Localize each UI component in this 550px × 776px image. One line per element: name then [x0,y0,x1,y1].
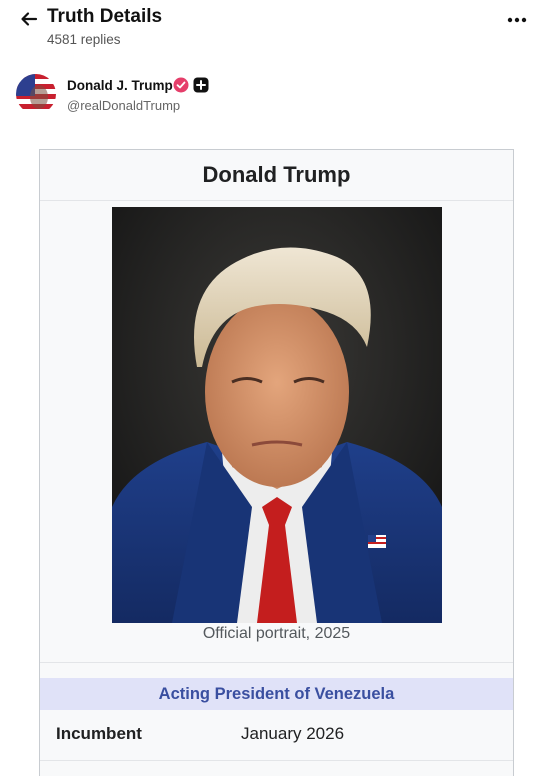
back-button[interactable] [16,6,42,32]
replies-count: 4581 replies [47,32,121,47]
incumbent-row: Incumbent January 2026 [40,713,513,753]
divider [40,662,513,663]
header: Truth Details 4581 replies [0,0,550,60]
author-badges [173,77,209,93]
incumbent-value: January 2026 [241,724,345,743]
author-row: Donald J. Trump @realDonaldTrump [16,74,536,118]
verified-badge-icon [173,77,189,93]
arrow-left-icon [21,12,38,26]
page-title: Truth Details [47,6,163,27]
office-header: Acting President of Venezuela [40,678,513,710]
infobox: Donald Trump Official portrait, 2025 Act… [39,149,514,776]
author-name[interactable]: Donald J. Trump [67,78,173,93]
avatar[interactable] [16,74,56,114]
more-horizontal-icon [507,17,527,23]
more-options-button[interactable] [502,10,532,30]
portrait-image[interactable] [112,207,442,623]
divider [40,760,513,761]
author-handle: @realDonaldTrump [67,98,181,113]
infobox-title: Donald Trump [40,150,513,201]
incumbent-label: Incumbent [56,724,142,743]
portrait-caption: Official portrait, 2025 [202,625,351,642]
plus-badge-icon [193,77,209,93]
